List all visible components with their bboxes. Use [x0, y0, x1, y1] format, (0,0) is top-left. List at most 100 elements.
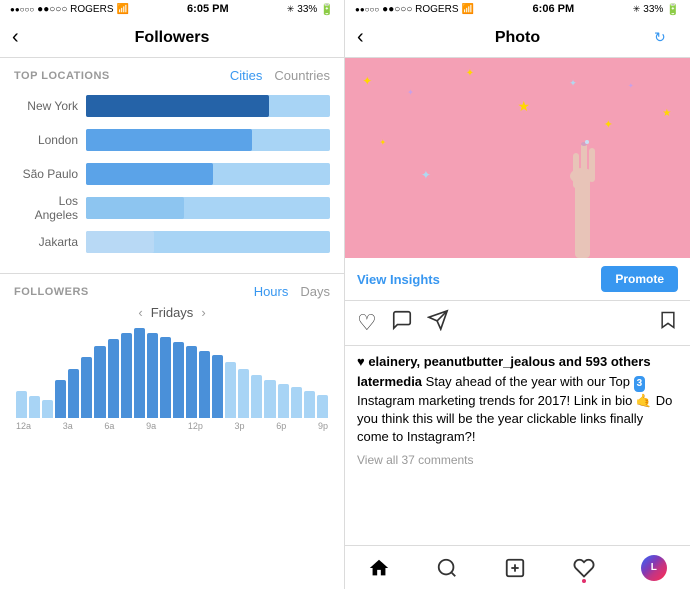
top-locations-label: TOP LOCATIONS: [14, 70, 110, 82]
insights-promote-row: View Insights Promote: [345, 258, 690, 301]
h-bar-7: [108, 339, 119, 418]
tab-countries[interactable]: Countries: [274, 68, 330, 83]
like-button[interactable]: ♡: [357, 310, 377, 336]
bar-label-jakarta: Jakarta: [14, 235, 86, 249]
caption-area: ♥ elainery, peanutbutter_jealous and 593…: [345, 346, 690, 545]
back-button-left[interactable]: ‹: [12, 26, 36, 49]
view-comments-link[interactable]: View all 37 comments: [357, 453, 678, 467]
h-bar-3: [55, 380, 66, 418]
battery-icon-right: 🔋: [666, 3, 680, 16]
time-label-4: 12p: [188, 421, 203, 431]
star-9: ✦: [380, 138, 387, 147]
battery-area: ✳ 33% 🔋: [287, 3, 334, 16]
h-bar-1: [29, 396, 40, 419]
bar-bg-losangeles: [86, 197, 330, 219]
action-row: ♡: [345, 301, 690, 346]
heart-icon: [573, 557, 595, 579]
comment-icon: [391, 309, 413, 331]
time-label-7: 9p: [318, 421, 328, 431]
next-day-button[interactable]: ›: [201, 305, 205, 320]
nav-search-button[interactable]: [436, 557, 458, 579]
star-10: ✦: [421, 168, 431, 182]
h-bar-10: [147, 333, 158, 419]
emoji-3: 3: [634, 376, 646, 392]
star-1: ✦: [362, 74, 372, 88]
nav-profile-button[interactable]: L: [641, 555, 667, 581]
comment-button[interactable]: [391, 309, 413, 337]
location-bar-chart: New York London São Paulo Los Angeles Ja…: [0, 83, 344, 273]
time-display-right: 6:06 PM: [533, 3, 575, 15]
hand-svg: [555, 98, 610, 258]
bar-label-newyork: New York: [14, 99, 86, 113]
time-label-6: 6p: [276, 421, 286, 431]
tab-days[interactable]: Days: [300, 284, 330, 299]
bar-row-losangeles: Los Angeles: [14, 195, 330, 221]
photo-container: ✦ ✦ ✦ ★ ✦ ✦ ✦ ★ ✦ ✦: [345, 58, 690, 258]
h-bar-9: [134, 328, 145, 418]
left-panel: ●●○○○ ●●○○○ ROGERS 📶 6:05 PM ✳ 33% 🔋 ‹ F…: [0, 0, 345, 589]
star-5: ✦: [569, 78, 577, 89]
time-label-2: 6a: [104, 421, 114, 431]
likes-text: ♥ elainery, peanutbutter_jealous and 593…: [357, 354, 678, 369]
caption-text: latermedia Stay ahead of the year with o…: [357, 373, 678, 447]
bar-bg-jakarta: [86, 231, 330, 253]
tab-hours[interactable]: Hours: [254, 284, 289, 299]
add-icon: [504, 557, 526, 579]
h-bar-19: [264, 380, 275, 418]
star-4: ★: [518, 98, 531, 115]
bar-bg-london: [86, 129, 330, 151]
h-bar-14: [199, 351, 210, 419]
h-bar-11: [160, 337, 171, 418]
bookmark-button[interactable]: [658, 309, 678, 337]
h-bar-18: [251, 375, 262, 418]
bar-bg-newyork: [86, 95, 330, 117]
time-label-3: 9a: [146, 421, 156, 431]
h-bar-16: [225, 362, 236, 418]
promote-button[interactable]: Promote: [601, 266, 678, 292]
refresh-button[interactable]: ↻: [654, 29, 678, 46]
carrier-info: ●●○○○ ●●○○○ ROGERS 📶: [10, 4, 129, 15]
bar-fill-london: [86, 129, 252, 151]
h-bar-5: [81, 357, 92, 418]
bar-label-saopaulo: São Paulo: [14, 167, 86, 181]
star-8: ★: [662, 108, 671, 119]
star-3: ✦: [466, 68, 474, 79]
prev-day-button[interactable]: ‹: [138, 305, 142, 320]
view-insights-button[interactable]: View Insights: [357, 272, 440, 287]
social-action-buttons: ♡: [357, 309, 449, 337]
time-label-0: 12a: [16, 421, 31, 431]
carrier-name-right: ●●○○○ ROGERS: [382, 4, 458, 15]
h-bar-6: [94, 346, 105, 418]
h-bar-2: [42, 400, 53, 418]
share-button[interactable]: [427, 309, 449, 337]
bar-fill-jakarta: [86, 231, 154, 253]
bar-row-saopaulo: São Paulo: [14, 161, 330, 187]
bar-row-london: London: [14, 127, 330, 153]
home-icon: [368, 557, 390, 579]
carrier-info-right: ●●○○○ ●●○○○ ROGERS 📶: [355, 4, 474, 15]
caption-username: latermedia: [357, 374, 422, 389]
nav-home-button[interactable]: [368, 557, 390, 579]
battery-icon: 🔋: [320, 3, 334, 16]
time-label-5: 3p: [235, 421, 245, 431]
h-bar-4: [68, 369, 79, 419]
nav-add-button[interactable]: [504, 557, 526, 579]
h-bar-23: [317, 395, 328, 418]
status-bar-left: ●●○○○ ●●○○○ ROGERS 📶 6:05 PM ✳ 33% 🔋: [0, 0, 344, 18]
location-tabs: Cities Countries: [230, 68, 330, 83]
current-day-label: Fridays: [151, 305, 194, 320]
battery-area-right: ✳ 33% 🔋: [633, 3, 680, 16]
h-bar-21: [291, 387, 302, 418]
signal-icon: ●●○○○: [10, 5, 34, 14]
bar-label-losangeles: Los Angeles: [14, 194, 86, 222]
share-icon: [427, 309, 449, 331]
battery-level-right: 33%: [643, 4, 663, 15]
activity-dot: [582, 579, 586, 583]
h-bar-0: [16, 391, 27, 418]
back-button-right[interactable]: ‹: [357, 26, 381, 49]
tab-cities[interactable]: Cities: [230, 68, 263, 83]
h-bar-17: [238, 369, 249, 419]
nav-heart-button[interactable]: [573, 557, 595, 579]
h-bar-8: [121, 333, 132, 419]
search-icon: [436, 557, 458, 579]
